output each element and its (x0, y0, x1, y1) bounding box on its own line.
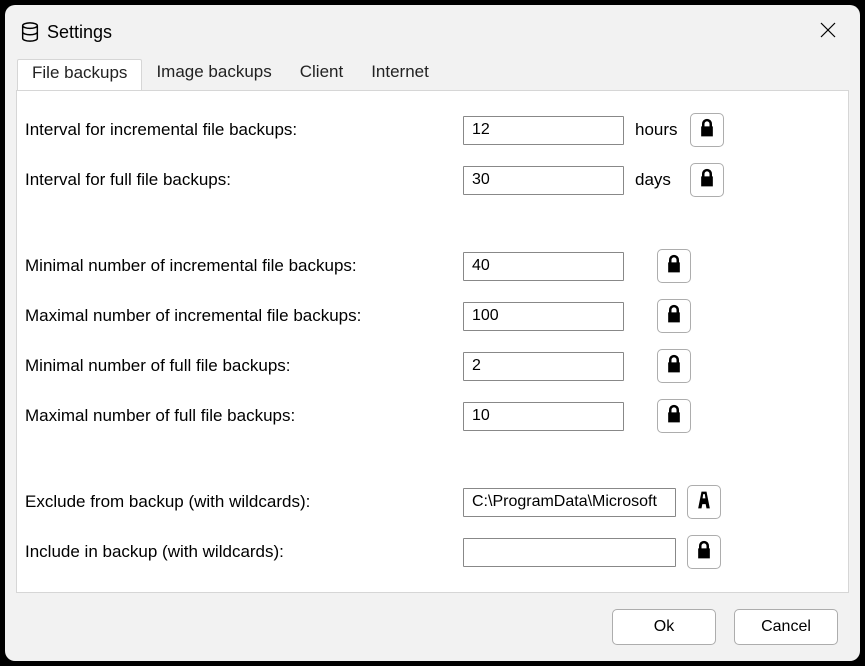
unit-days: days (624, 170, 679, 190)
tab-file-backups[interactable]: File backups (17, 59, 142, 91)
input-exclude[interactable] (463, 488, 676, 517)
label-interval-incremental: Interval for incremental file backups: (25, 120, 463, 140)
lock-button-include[interactable] (687, 535, 721, 569)
tab-internet[interactable]: Internet (357, 59, 443, 90)
label-min-full: Minimal number of full file backups: (25, 356, 463, 376)
label-max-full: Maximal number of full file backups: (25, 406, 463, 426)
row-interval-full: Interval for full file backups: days (25, 163, 840, 197)
row-max-incremental: Maximal number of incremental file backu… (25, 299, 840, 333)
lock-button-min-full[interactable] (657, 349, 691, 383)
input-max-incremental[interactable] (463, 302, 624, 331)
ok-button[interactable]: Ok (612, 609, 716, 645)
row-include: Include in backup (with wildcards): (25, 535, 840, 569)
row-exclude: Exclude from backup (with wildcards): (25, 485, 840, 519)
lock-button-interval-incremental[interactable] (690, 113, 724, 147)
lock-icon (694, 539, 714, 566)
row-min-full: Minimal number of full file backups: (25, 349, 840, 383)
input-max-full[interactable] (463, 402, 624, 431)
lock-button-exclude[interactable] (687, 485, 721, 519)
lock-icon (664, 403, 684, 430)
row-interval-incremental: Interval for incremental file backups: h… (25, 113, 840, 147)
lock-icon (697, 167, 717, 194)
settings-window: Settings File backups Image backups Clie… (5, 5, 860, 661)
label-max-incremental: Maximal number of incremental file backu… (25, 306, 463, 326)
label-min-incremental: Minimal number of incremental file backu… (25, 256, 463, 276)
input-min-full[interactable] (463, 352, 624, 381)
close-button[interactable] (808, 12, 848, 52)
tabs: File backups Image backups Client Intern… (5, 59, 860, 90)
label-include: Include in backup (with wildcards): (25, 542, 463, 562)
database-icon (19, 21, 41, 43)
lock-icon (664, 353, 684, 380)
titlebar: Settings (5, 5, 860, 59)
lock-button-max-full[interactable] (657, 399, 691, 433)
lock-button-min-incremental[interactable] (657, 249, 691, 283)
row-max-full: Maximal number of full file backups: (25, 399, 840, 433)
cancel-button[interactable]: Cancel (734, 609, 838, 645)
input-interval-full[interactable] (463, 166, 624, 195)
label-exclude: Exclude from backup (with wildcards): (25, 492, 463, 512)
lock-button-max-incremental[interactable] (657, 299, 691, 333)
road-icon (694, 489, 714, 516)
unit-hours: hours (624, 120, 679, 140)
input-min-incremental[interactable] (463, 252, 624, 281)
lock-icon (664, 253, 684, 280)
window-title: Settings (47, 22, 112, 43)
row-min-incremental: Minimal number of incremental file backu… (25, 249, 840, 283)
lock-icon (697, 117, 717, 144)
tab-image-backups[interactable]: Image backups (142, 59, 285, 90)
footer: Ok Cancel (5, 593, 860, 661)
tab-client[interactable]: Client (286, 59, 357, 90)
input-interval-incremental[interactable] (463, 116, 624, 145)
input-include[interactable] (463, 538, 676, 567)
lock-icon (664, 303, 684, 330)
close-icon (820, 22, 836, 43)
label-interval-full: Interval for full file backups: (25, 170, 463, 190)
lock-button-interval-full[interactable] (690, 163, 724, 197)
tab-panel: Interval for incremental file backups: h… (16, 90, 849, 593)
